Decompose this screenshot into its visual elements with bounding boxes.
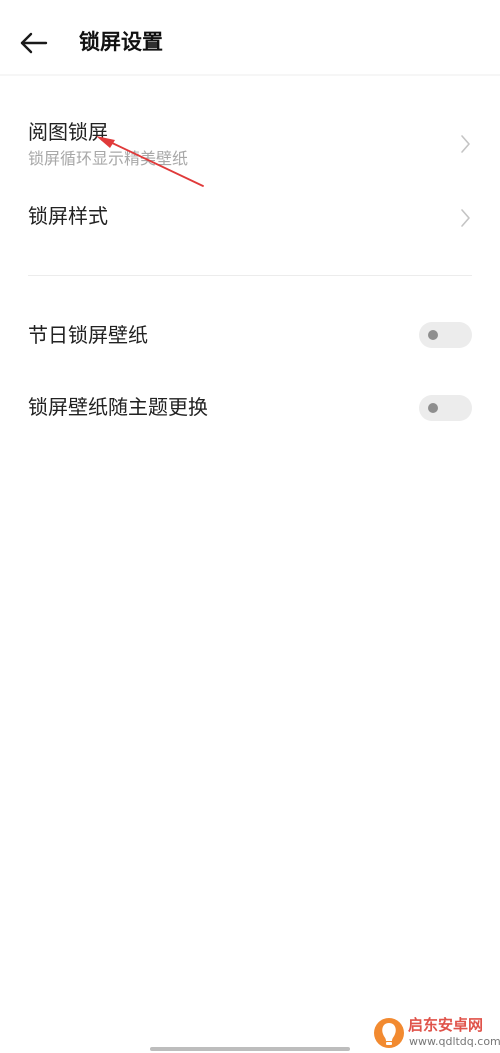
watermark-logo-icon [374,1018,404,1048]
header-divider [0,74,500,76]
settings-item-title: 阅图锁屏 [28,120,108,144]
section-divider [28,275,472,276]
settings-item-title: 锁屏壁纸随主题更换 [28,395,208,419]
home-indicator[interactable] [150,1047,350,1051]
settings-item-wallpaper-follow-theme: 锁屏壁纸随主题更换 [0,388,500,428]
chevron-right-icon [461,135,470,153]
settings-item-title: 节日锁屏壁纸 [28,323,148,347]
arrow-left-icon [20,32,48,54]
watermark-url: www.qdltdq.com [409,1035,500,1048]
toggle-knob [428,403,438,413]
wallpaper-follow-theme-toggle[interactable] [419,395,472,421]
site-watermark: 启东安卓网 www.qdltdq.com [372,1014,500,1052]
app-header: 锁屏设置 [0,0,500,80]
settings-item-slideshow-lockscreen[interactable]: 阅图锁屏 锁屏循环显示精美壁纸 [0,112,500,178]
toggle-knob [428,330,438,340]
page-title: 锁屏设置 [79,30,163,54]
settings-item-holiday-wallpaper: 节日锁屏壁纸 [0,316,500,356]
back-button[interactable] [16,26,50,60]
settings-item-title: 锁屏样式 [28,204,108,228]
settings-item-lockscreen-style[interactable]: 锁屏样式 [0,196,500,240]
watermark-name: 启东安卓网 [408,1016,484,1034]
chevron-right-icon [461,209,470,227]
settings-item-subtitle: 锁屏循环显示精美壁纸 [28,149,189,168]
holiday-wallpaper-toggle[interactable] [419,322,472,348]
